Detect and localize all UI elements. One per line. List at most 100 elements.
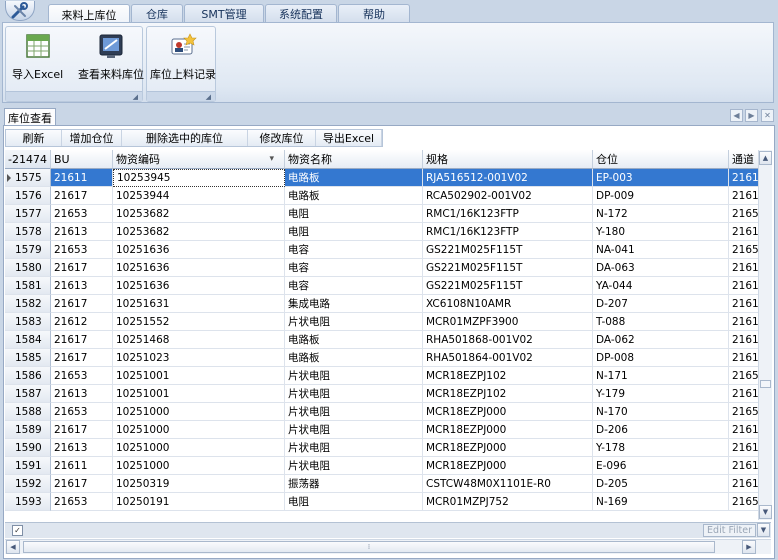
table-row[interactable]: 1578 21613 10253682 电阻 RMC1/16K123FTP Y-180 21… bbox=[5, 223, 771, 241]
cell-location[interactable]: Y-179 bbox=[593, 385, 729, 403]
table-row[interactable]: 1588 21653 10251000 片状电阻 MCR18EZPJ000 N-170 21… bbox=[5, 403, 771, 421]
cell-material-name[interactable]: 片状电阻 bbox=[285, 439, 423, 457]
table-row[interactable]: 1591 21611 10251000 片状电阻 MCR18EZPJ000 E-096 21… bbox=[5, 457, 771, 475]
cell-material-code[interactable]: 10253682 bbox=[113, 223, 285, 241]
import-excel-button[interactable]: 导入Excel bbox=[12, 31, 63, 82]
cell-material-name[interactable]: 电阻 bbox=[285, 205, 423, 223]
cell-location[interactable]: D-205 bbox=[593, 475, 729, 493]
sort-desc-icon[interactable]: ▾ bbox=[269, 154, 274, 164]
cell-bu[interactable]: 21617 bbox=[51, 349, 113, 367]
table-row[interactable]: 1592 21617 10250319 振荡器 CSTCW48M0X1101E-R0 D-… bbox=[5, 475, 771, 493]
vertical-scrollbar[interactable]: ▲ ▼ bbox=[758, 150, 772, 520]
tab-location-view[interactable]: 库位查看 bbox=[4, 108, 56, 126]
column-header-material-name[interactable]: 物资名称 bbox=[285, 150, 423, 169]
table-row[interactable]: 1582 21617 10251631 集成电路 XC6108N10AMR D-207 21… bbox=[5, 295, 771, 313]
cell-material-name[interactable]: 电路板 bbox=[285, 169, 423, 187]
cell-material-code[interactable]: 10251636 bbox=[113, 259, 285, 277]
column-header-material-code[interactable]: 物资编码 ▾ bbox=[113, 150, 285, 169]
table-row[interactable]: 1584 21617 10251468 电路板 RHA501868-001V02 DA-0… bbox=[5, 331, 771, 349]
cell-spec[interactable]: MCR01MZPF3900 bbox=[423, 313, 593, 331]
scroll-right-icon[interactable]: ▶ bbox=[742, 540, 756, 554]
cell-material-name[interactable]: 片状电阻 bbox=[285, 313, 423, 331]
table-row[interactable]: 1577 21653 10253682 电阻 RMC1/16K123FTP N-172 21… bbox=[5, 205, 771, 223]
cell-material-name[interactable]: 片状电阻 bbox=[285, 385, 423, 403]
cell-spec[interactable]: RMC1/16K123FTP bbox=[423, 223, 593, 241]
group-launcher-icon[interactable]: ◢ bbox=[206, 93, 211, 101]
cell-spec[interactable]: GS221M025F115T bbox=[423, 277, 593, 295]
cell-material-name[interactable]: 电阻 bbox=[285, 223, 423, 241]
cell-bu[interactable]: 21653 bbox=[51, 205, 113, 223]
cell-location[interactable]: YA-044 bbox=[593, 277, 729, 295]
scroll-thumb[interactable] bbox=[760, 380, 771, 388]
column-header-location[interactable]: 仓位 bbox=[593, 150, 729, 169]
table-row[interactable]: 1585 21617 10251023 电路板 RHA501864-001V02 DP-0… bbox=[5, 349, 771, 367]
row-header[interactable]: 1588 bbox=[5, 403, 51, 421]
cell-material-name[interactable]: 片状电阻 bbox=[285, 403, 423, 421]
scroll-down-icon[interactable]: ▼ bbox=[759, 505, 772, 519]
cell-bu[interactable]: 21617 bbox=[51, 331, 113, 349]
application-menu-button[interactable] bbox=[2, 0, 38, 22]
row-header[interactable]: 1590 bbox=[5, 439, 51, 457]
location-records-button[interactable]: 库位上料记录 bbox=[150, 31, 216, 82]
cell-material-code[interactable]: 10251001 bbox=[113, 367, 285, 385]
cell-location[interactable]: DA-063 bbox=[593, 259, 729, 277]
cell-location[interactable]: EP-003 bbox=[593, 169, 729, 187]
cell-bu[interactable]: 21617 bbox=[51, 475, 113, 493]
row-header[interactable]: 1582 bbox=[5, 295, 51, 313]
horizontal-scroll-thumb[interactable]: ⁞ bbox=[23, 541, 715, 553]
cell-bu[interactable]: 21613 bbox=[51, 277, 113, 295]
row-header[interactable]: 1581 bbox=[5, 277, 51, 295]
cell-bu[interactable]: 21617 bbox=[51, 421, 113, 439]
table-row[interactable]: 1593 21653 10250191 电阻 MCR01MZPJ752 N-169 2165 bbox=[5, 493, 771, 511]
table-row[interactable]: 1583 21612 10251552 片状电阻 MCR01MZPF3900 T-088 2… bbox=[5, 313, 771, 331]
cell-material-code[interactable]: 10251552 bbox=[113, 313, 285, 331]
cell-material-code[interactable]: 10251000 bbox=[113, 403, 285, 421]
cell-bu[interactable]: 21613 bbox=[51, 439, 113, 457]
cell-material-code[interactable]: 10253944 bbox=[113, 187, 285, 205]
cell-material-code[interactable]: 10251468 bbox=[113, 331, 285, 349]
delete-selected-button[interactable]: 删除选中的库位 bbox=[122, 130, 248, 146]
cell-material-name[interactable]: 集成电路 bbox=[285, 295, 423, 313]
cell-material-code[interactable]: 10251636 bbox=[113, 277, 285, 295]
group-launcher-icon[interactable]: ◢ bbox=[133, 93, 138, 101]
cell-material-code[interactable]: 10251000 bbox=[113, 439, 285, 457]
cell-spec[interactable]: MCR18EZPJ000 bbox=[423, 439, 593, 457]
table-row[interactable]: 1581 21613 10251636 电容 GS221M025F115T YA-044 2… bbox=[5, 277, 771, 295]
column-header-bu[interactable]: BU bbox=[51, 150, 113, 169]
scroll-up-icon[interactable]: ▲ bbox=[759, 151, 772, 165]
cell-location[interactable]: Y-178 bbox=[593, 439, 729, 457]
tab-warehouse[interactable]: 仓库 bbox=[131, 4, 183, 23]
cell-material-name[interactable]: 片状电阻 bbox=[285, 457, 423, 475]
cell-spec[interactable]: RCA502902-001V02 bbox=[423, 187, 593, 205]
tab-smt-management[interactable]: SMT管理 bbox=[184, 4, 264, 23]
cell-bu[interactable]: 21613 bbox=[51, 385, 113, 403]
cell-spec[interactable]: MCR01MZPJ752 bbox=[423, 493, 593, 511]
row-header[interactable]: 1577 bbox=[5, 205, 51, 223]
cell-material-name[interactable]: 振荡器 bbox=[285, 475, 423, 493]
cell-material-name[interactable]: 片状电阻 bbox=[285, 421, 423, 439]
cell-material-name[interactable]: 电路板 bbox=[285, 187, 423, 205]
cell-location[interactable]: DP-009 bbox=[593, 187, 729, 205]
row-header[interactable]: 1592 bbox=[5, 475, 51, 493]
cell-material-code[interactable]: 10253945 bbox=[113, 169, 285, 187]
cell-bu[interactable]: 21653 bbox=[51, 367, 113, 385]
filter-dropdown-icon[interactable]: ▼ bbox=[757, 523, 770, 537]
cell-bu[interactable]: 21613 bbox=[51, 223, 113, 241]
tab-help[interactable]: 帮助 bbox=[338, 4, 410, 23]
cell-material-code[interactable]: 10250191 bbox=[113, 493, 285, 511]
row-header[interactable]: 1580 bbox=[5, 259, 51, 277]
table-row[interactable]: 1586 21653 10251001 片状电阻 MCR18EZPJ102 N-171 21… bbox=[5, 367, 771, 385]
cell-spec[interactable]: XC6108N10AMR bbox=[423, 295, 593, 313]
cell-spec[interactable]: GS221M025F115T bbox=[423, 259, 593, 277]
cell-bu[interactable]: 21611 bbox=[51, 169, 113, 187]
row-header[interactable]: 1583 bbox=[5, 313, 51, 331]
row-header[interactable]: 1589 bbox=[5, 421, 51, 439]
cell-location[interactable]: N-171 bbox=[593, 367, 729, 385]
cell-spec[interactable]: MCR18EZPJ000 bbox=[423, 421, 593, 439]
row-header[interactable]: 1578 bbox=[5, 223, 51, 241]
cell-bu[interactable]: 21617 bbox=[51, 187, 113, 205]
cell-bu[interactable]: 21653 bbox=[51, 403, 113, 421]
refresh-button[interactable]: 刷新 bbox=[6, 130, 62, 146]
column-header-spec[interactable]: 规格 bbox=[423, 150, 593, 169]
column-header-row-number[interactable]: -21474 bbox=[5, 150, 51, 169]
